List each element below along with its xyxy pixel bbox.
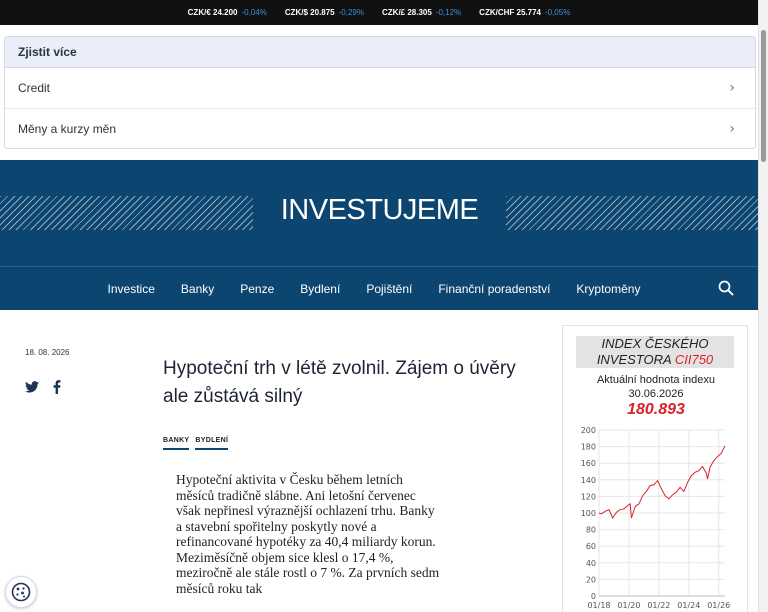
cookie-settings-button[interactable] <box>5 576 37 608</box>
article-date: 18. 08. 2026 <box>25 348 70 357</box>
chart-y-tick-label: 80 <box>586 526 596 535</box>
currency-ticker: CZK/€ 24.200 -0,04% CZK/$ 20.875 -0,29% CZ… <box>0 0 758 25</box>
learn-more-item-label: Credit <box>18 81 51 95</box>
learn-more-item-credit[interactable]: Credit › <box>5 68 755 108</box>
chart-series-line <box>598 445 726 520</box>
ticker-item[interactable]: CZK/$ 20.875 -0,29% <box>285 8 364 17</box>
header-stripes-decoration <box>506 196 758 230</box>
investor-index-widget: INDEX ČESKÉHO INVESTORA CII750 Aktuální … <box>562 325 748 612</box>
ticker-change: -0,05% <box>544 8 571 17</box>
ticker-change: -0,12% <box>435 8 462 17</box>
nav-item-pojisteni[interactable]: Pojištění <box>366 282 412 296</box>
chart-y-tick-label: 100 <box>581 509 596 518</box>
ticker-pair: CZK/CHF 25.774 <box>479 8 541 17</box>
share-buttons <box>25 380 61 394</box>
chart-y-tick-label: 120 <box>581 492 596 501</box>
chart-y-tick-label: 0 <box>591 592 596 601</box>
twitter-icon[interactable] <box>25 381 39 393</box>
chart-x-tick-label: 01/26 <box>707 601 730 610</box>
nav-item-investice[interactable]: Investice <box>108 282 155 296</box>
chevron-right-icon: › <box>729 120 735 137</box>
ticker-pair: CZK/£ 28.305 <box>382 8 432 17</box>
index-date: 30.06.2026 <box>628 388 684 400</box>
facebook-icon[interactable] <box>53 380 61 394</box>
site-header: INVESTUJEME <box>0 160 758 266</box>
index-heading-line2: INVESTORA <box>596 352 672 367</box>
ticker-change: -0,04% <box>241 8 267 17</box>
site-logo[interactable]: INVESTUJEME <box>253 194 506 227</box>
article-body: Hypoteční aktivita v Česku během letních… <box>176 472 440 596</box>
index-chart: 0 20 40 60 80 100 120 140 160 180 200 01/18 01/20 01/… <box>581 426 731 610</box>
article-title: Hypoteční trh v létě zvolnil. Zájem o úv… <box>163 358 516 407</box>
ticker-item[interactable]: CZK/CHF 25.774 -0,05% <box>479 8 570 17</box>
tag-bydleni[interactable]: BYDLENÍ <box>195 437 229 450</box>
ticker-pair: CZK/$ 20.875 <box>284 8 335 17</box>
header-stripes-decoration <box>0 196 253 230</box>
nav-item-financni-poradenstvi[interactable]: Finanční poradenství <box>438 282 550 296</box>
nav-item-banky[interactable]: Banky <box>181 282 214 296</box>
index-value: 180.893 <box>627 401 685 418</box>
page-scrollbar[interactable] <box>758 0 768 612</box>
chart-y-tick-label: 60 <box>586 542 596 551</box>
learn-more-item-label: Měny a kurzy měn <box>18 121 117 136</box>
tag-banky[interactable]: BANKY <box>163 437 190 450</box>
search-icon[interactable] <box>718 280 734 296</box>
cookie-icon <box>11 582 31 602</box>
learn-more-title: Zjistit více <box>5 37 755 68</box>
index-heading-line1: INDEX ČESKÉHO <box>601 336 709 351</box>
chart-x-tick-label: 01/22 <box>647 601 670 610</box>
chart-y-tick-label: 160 <box>581 459 596 468</box>
learn-more-panel: Zjistit více Credit › Měny a kurzy měn › <box>4 36 756 149</box>
chart-y-tick-label: 40 <box>586 559 596 568</box>
index-subtitle: Aktuální hodnota indexu <box>596 374 716 386</box>
nav-item-kryptomeny[interactable]: Kryptoměny <box>576 282 640 296</box>
main-navigation: Investice Banky Penze Bydlení Pojištění … <box>0 266 758 310</box>
ticker-pair: CZK/€ 24.200 <box>187 8 238 17</box>
chart-x-tick-label: 01/24 <box>677 601 700 610</box>
ticker-item[interactable]: CZK/€ 24.200 -0,04% <box>188 8 267 17</box>
index-code: CII750 <box>674 352 714 367</box>
ticker-change: -0,29% <box>338 8 364 17</box>
learn-more-item-currencies[interactable]: Měny a kurzy měn › <box>5 108 755 148</box>
chart-x-tick-label: 01/20 <box>617 601 640 610</box>
chevron-right-icon: › <box>729 80 735 96</box>
nav-item-bydleni[interactable]: Bydlení <box>300 282 340 296</box>
chart-x-tick-label: 01/18 <box>587 601 610 610</box>
chart-y-tick-label: 140 <box>581 476 596 485</box>
ticker-item[interactable]: CZK/£ 28.305 -0,12% <box>382 8 461 17</box>
index-heading: INDEX ČESKÉHO INVESTORA CII750 <box>576 336 734 368</box>
scrollbar-thumb[interactable] <box>761 30 766 162</box>
article-tags: BANKY BYDLENÍ <box>163 437 229 450</box>
chart-y-tick-label: 200 <box>581 426 596 435</box>
chart-y-tick-label: 20 <box>586 575 596 584</box>
chart-y-tick-label: 180 <box>581 443 596 452</box>
nav-item-penze[interactable]: Penze <box>240 282 274 296</box>
